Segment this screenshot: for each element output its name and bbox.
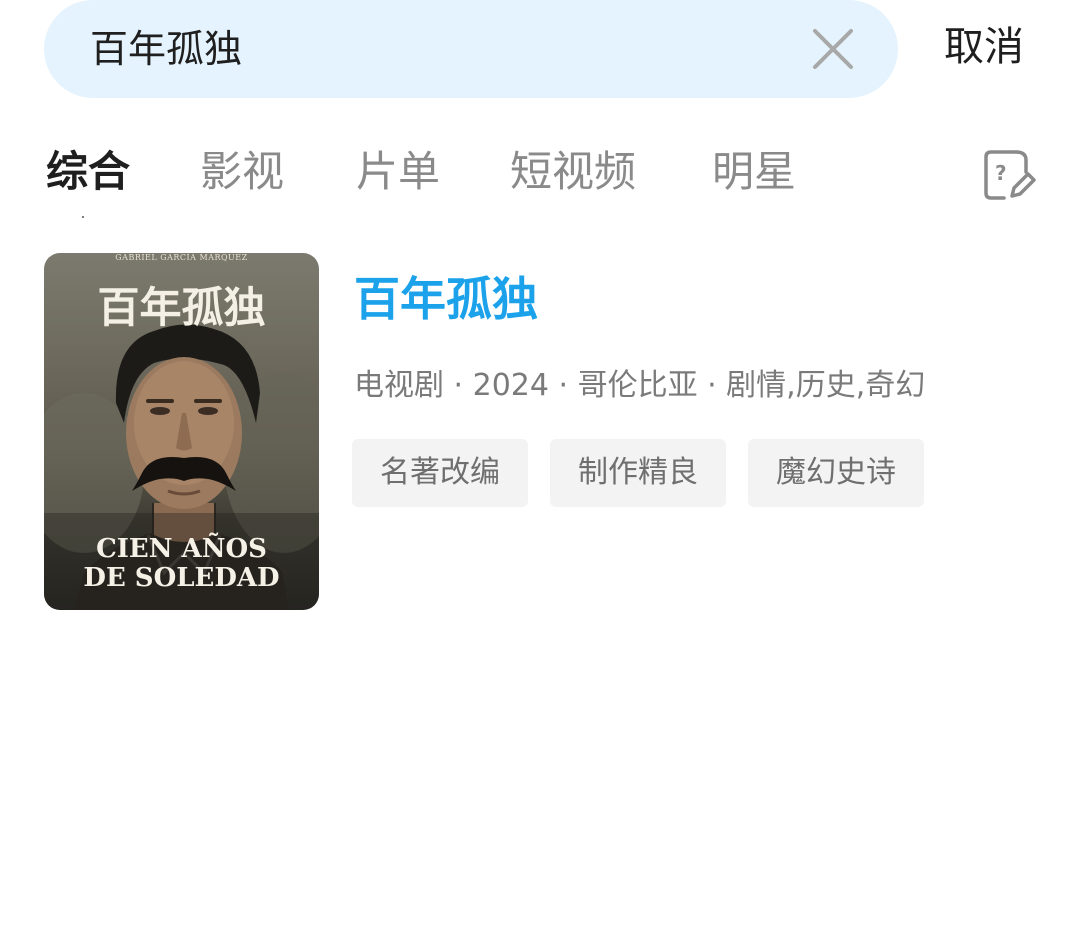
- search-input[interactable]: 百年孤独: [90, 26, 242, 72]
- search-bar[interactable]: 百年孤独: [44, 0, 898, 98]
- feedback-edit-icon[interactable]: ?: [982, 148, 1036, 202]
- tab-playlist[interactable]: 片单: [356, 142, 440, 202]
- poster-title-es-line1: CIEN AÑOS: [96, 534, 267, 564]
- tab-celebrity[interactable]: 明星: [712, 142, 796, 202]
- search-result-item[interactable]: GABRIEL GARCÍA MÁRQUEZ 百年孤独 CIEN AÑOS DE…: [44, 253, 1044, 611]
- active-tab-indicator: [82, 216, 84, 218]
- poster-image[interactable]: GABRIEL GARCÍA MÁRQUEZ 百年孤独 CIEN AÑOS DE…: [44, 253, 319, 610]
- tag-item: 魔幻史诗: [748, 439, 924, 507]
- tab-film-tv[interactable]: 影视: [200, 142, 284, 202]
- poster-title-es: CIEN AÑOS DE SOLEDAD: [44, 535, 319, 593]
- tag-item: 名著改编: [352, 439, 528, 507]
- tab-comprehensive[interactable]: 综合: [46, 142, 130, 202]
- search-results-page: 百年孤独 取消 综合 影视 片单 短视频 明星 ? GABRIEL GARCÍA…: [0, 0, 1080, 941]
- close-icon[interactable]: [811, 27, 855, 71]
- result-meta: 电视剧 · 2024 · 哥伦比亚 · 剧情,历史,奇幻: [354, 368, 926, 403]
- result-title[interactable]: 百年孤独: [354, 271, 538, 327]
- tab-short-video[interactable]: 短视频: [510, 142, 636, 202]
- poster-title-es-line2: DE SOLEDAD: [83, 563, 280, 593]
- tag-item: 制作精良: [550, 439, 726, 507]
- svg-text:?: ?: [995, 161, 1007, 185]
- poster-title-cn: 百年孤独: [97, 283, 266, 332]
- cancel-button[interactable]: 取消: [944, 22, 1024, 72]
- poster-author: GABRIEL GARCÍA MÁRQUEZ: [115, 253, 248, 262]
